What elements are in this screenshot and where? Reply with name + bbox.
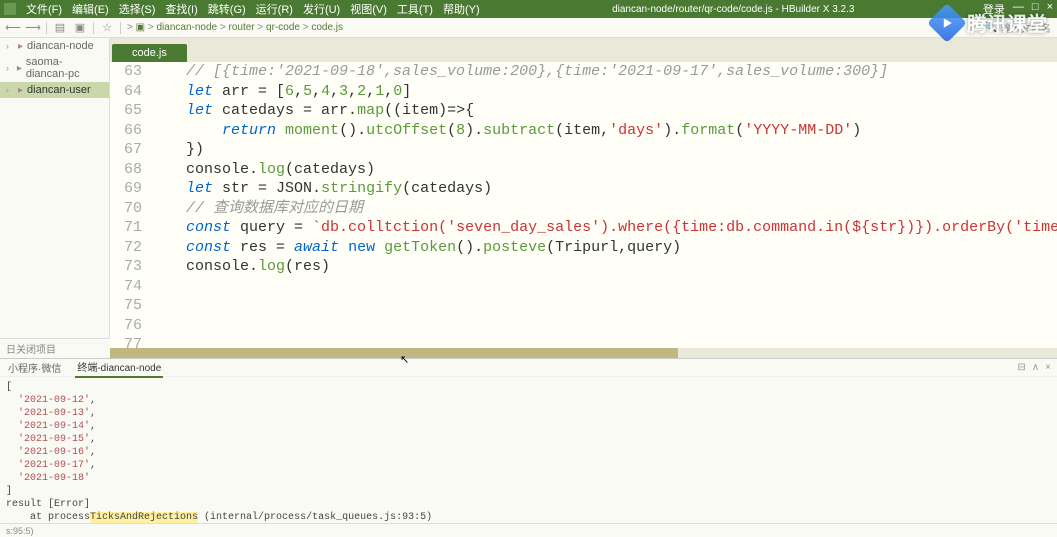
- sidebar-item-label: diancan-node: [27, 40, 94, 52]
- folder-icon: ▸: [18, 41, 23, 52]
- window-title: diancan-node/router/qr-code/code.js - HB…: [484, 4, 983, 15]
- code-line[interactable]: [150, 316, 1057, 336]
- menu-item-3[interactable]: 查找(I): [161, 1, 201, 17]
- line-number: 71: [110, 218, 142, 238]
- code-line[interactable]: }): [150, 140, 1057, 160]
- menu-item-0[interactable]: 文件(F): [22, 1, 66, 17]
- editor-area: code.js 636465666768697071727374757677 /…: [110, 38, 1057, 358]
- line-number: 63: [110, 62, 142, 82]
- main-menu: 文件(F)编辑(E)选择(S)查找(I)跳转(G)运行(R)发行(U)视图(V)…: [22, 1, 484, 17]
- chevron-right-icon: ›: [6, 63, 13, 73]
- sidebar-item-label: diancan-user: [27, 84, 91, 96]
- line-number: 74: [110, 277, 142, 297]
- menu-item-2[interactable]: 选择(S): [115, 1, 160, 17]
- line-number: 69: [110, 179, 142, 199]
- menu-item-1[interactable]: 编辑(E): [68, 1, 113, 17]
- menu-item-6[interactable]: 发行(U): [299, 1, 344, 17]
- chevron-right-icon: ›: [6, 85, 14, 95]
- panel-close-icon[interactable]: ×: [1045, 362, 1051, 373]
- forward-icon[interactable]: ⟶: [26, 21, 40, 35]
- line-gutter: 636465666768697071727374757677: [110, 62, 150, 348]
- sidebar-item-label: saoma-diancan-pc: [26, 56, 103, 80]
- menu-item-7[interactable]: 视图(V): [346, 1, 391, 17]
- horizontal-scrollbar[interactable]: [110, 348, 1057, 358]
- tab-miniprogram[interactable]: 小程序·微信: [6, 358, 63, 377]
- line-number: 76: [110, 316, 142, 336]
- line-number: 75: [110, 296, 142, 316]
- code-line[interactable]: const res = await new getToken().posteve…: [150, 238, 1057, 258]
- line-number: 73: [110, 257, 142, 277]
- code-line[interactable]: return moment().utcOffset(8).subtract(it…: [150, 121, 1057, 141]
- line-number: 66: [110, 121, 142, 141]
- file-icon[interactable]: ▤: [53, 21, 67, 35]
- line-number: 72: [110, 238, 142, 258]
- watermark-logo-icon: [927, 3, 967, 43]
- code-line[interactable]: [150, 296, 1057, 316]
- panel-collapse-icon[interactable]: ⊟: [1017, 362, 1025, 373]
- sidebar-item-saoma-diancan-pc[interactable]: › ▸ saoma-diancan-pc: [0, 54, 109, 82]
- code-line[interactable]: let catedays = arr.map((item)=>{: [150, 101, 1057, 121]
- menu-item-9[interactable]: 帮助(Y): [439, 1, 484, 17]
- code-lines[interactable]: // [{time:'2021-09-18',sales_volume:200}…: [150, 62, 1057, 348]
- code-line[interactable]: [150, 335, 1057, 348]
- code-line[interactable]: let str = JSON.stringify(catedays): [150, 179, 1057, 199]
- line-number: 77: [110, 335, 142, 348]
- code-line[interactable]: const query = `db.colltction('seven_day_…: [150, 218, 1057, 238]
- watermark-text: 腾讯课堂: [967, 8, 1047, 37]
- code-line[interactable]: let arr = [6,5,4,3,2,1,0]: [150, 82, 1057, 102]
- line-number: 68: [110, 160, 142, 180]
- panel-up-icon[interactable]: ∧: [1032, 362, 1039, 373]
- close-icon[interactable]: ×: [1047, 1, 1053, 17]
- scrollbar-thumb[interactable]: [110, 348, 678, 358]
- code-line[interactable]: console.log(catedays): [150, 160, 1057, 180]
- bottom-tabs: 小程序·微信 终端-diancan-node ⊟ ∧ ×: [0, 359, 1057, 377]
- line-number: 70: [110, 199, 142, 219]
- menu-item-5[interactable]: 运行(R): [252, 1, 297, 17]
- project-sidebar: ›▸diancan-node›▸saoma-diancan-pc›▸dianca…: [0, 38, 110, 358]
- main-area: ›▸diancan-node›▸saoma-diancan-pc›▸dianca…: [0, 38, 1057, 358]
- tab-terminal[interactable]: 终端-diancan-node: [75, 357, 163, 378]
- code-line[interactable]: // [{time:'2021-09-18',sales_volume:200}…: [150, 62, 1057, 82]
- console-output[interactable]: [ '2021-09-12', '2021-09-13', '2021-09-1…: [0, 377, 1057, 523]
- sidebar-item-diancan-node[interactable]: › ▸ diancan-node: [0, 38, 109, 54]
- star-icon[interactable]: ☆: [100, 21, 114, 35]
- titlebar: 文件(F)编辑(E)选择(S)查找(I)跳转(G)运行(R)发行(U)视图(V)…: [0, 0, 1057, 18]
- editor-tabs: code.js: [110, 38, 1057, 62]
- closed-projects-label: 日关闭项目: [6, 345, 56, 356]
- code-line[interactable]: // 查询数据库对应的日期: [150, 199, 1057, 219]
- tab-code-js[interactable]: code.js: [112, 44, 187, 62]
- menu-item-8[interactable]: 工具(T): [393, 1, 437, 17]
- panel-controls: ⊟ ∧ ×: [1017, 362, 1051, 373]
- code-line[interactable]: console.log(res): [150, 257, 1057, 277]
- breadcrumb[interactable]: > ▣ > diancan-node > router > qr-code > …: [127, 22, 343, 33]
- code-line[interactable]: [150, 277, 1057, 297]
- line-number: 65: [110, 101, 142, 121]
- watermark: 腾讯课堂: [933, 8, 1047, 37]
- sidebar-footer[interactable]: 日关闭项目: [0, 338, 110, 358]
- status-bar: s:95:5): [0, 523, 1057, 537]
- code-editor[interactable]: 636465666768697071727374757677 // [{time…: [110, 62, 1057, 348]
- status-text: s:95:5): [6, 526, 34, 536]
- app-icon: [4, 3, 16, 15]
- line-number: 67: [110, 140, 142, 160]
- bottom-panel: 小程序·微信 终端-diancan-node ⊟ ∧ × [ '2021-09-…: [0, 358, 1057, 523]
- menu-item-4[interactable]: 跳转(G): [204, 1, 250, 17]
- chevron-right-icon: ›: [6, 41, 14, 51]
- sidebar-item-diancan-user[interactable]: › ▸ diancan-user: [0, 82, 109, 98]
- line-number: 64: [110, 82, 142, 102]
- folder-icon: ▸: [18, 85, 23, 96]
- back-icon[interactable]: ⟵: [6, 21, 20, 35]
- toolbar: ⟵ ⟶ ▤ ▣ ☆ > ▣ > diancan-node > router > …: [0, 18, 1057, 38]
- folder-icon: ▸: [17, 63, 22, 74]
- terminal-icon[interactable]: ▣: [73, 21, 87, 35]
